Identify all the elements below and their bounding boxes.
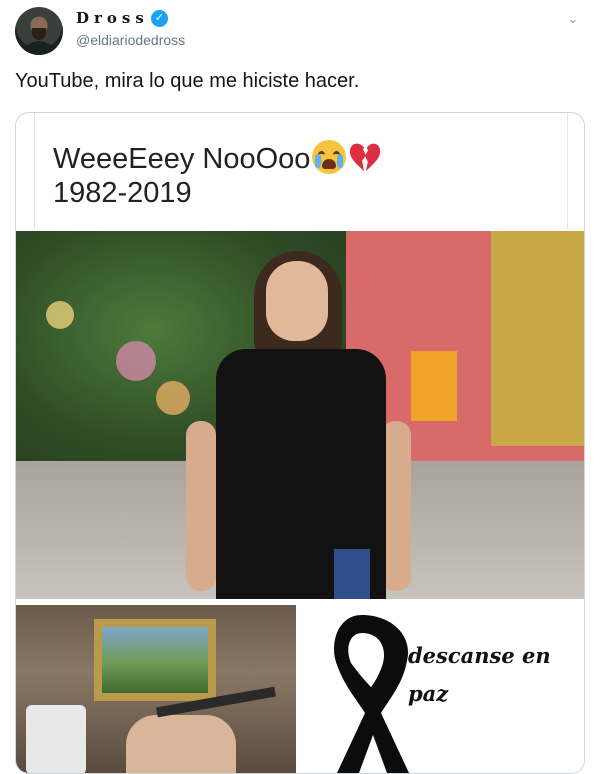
rip-line-2: paz (408, 681, 449, 706)
chevron-down-icon[interactable]: ⌄ (565, 11, 581, 27)
name-row: Dross ✓ (76, 9, 168, 27)
rip-text: descanse en paz (408, 637, 578, 713)
tweet-media[interactable]: WeeeEeey NooOoo 1982-2019 descanse en pa… (15, 112, 585, 774)
meme-title: WeeeEeey NooOoo (53, 140, 382, 176)
avatar-shirt (21, 41, 57, 55)
rip-line-1: descanse en (408, 643, 551, 668)
meme-caption-panel: WeeeEeey NooOoo 1982-2019 (34, 113, 568, 229)
user-handle[interactable]: @eldiariodedross (76, 32, 185, 48)
meme-years: 1982-2019 (53, 177, 192, 209)
display-name[interactable]: Dross (76, 9, 149, 27)
meme-title-text: WeeeEeey NooOoo (53, 143, 311, 175)
broken-heart-emoji (350, 143, 381, 172)
black-ribbon-icon (334, 615, 409, 773)
portrait-photo (16, 231, 584, 599)
tweet-header: Dross ✓ @eldiariodedross ⌄ (0, 0, 600, 60)
couch-scene-photo (16, 605, 296, 773)
avatar-beard (32, 28, 46, 40)
rip-panel: descanse en paz (302, 605, 584, 773)
tweet-text: YouTube, mira lo que me hiciste hacer. (15, 70, 360, 92)
crying-face-emoji (312, 140, 347, 174)
avatar[interactable] (15, 7, 63, 55)
verified-badge-icon: ✓ (150, 9, 168, 27)
